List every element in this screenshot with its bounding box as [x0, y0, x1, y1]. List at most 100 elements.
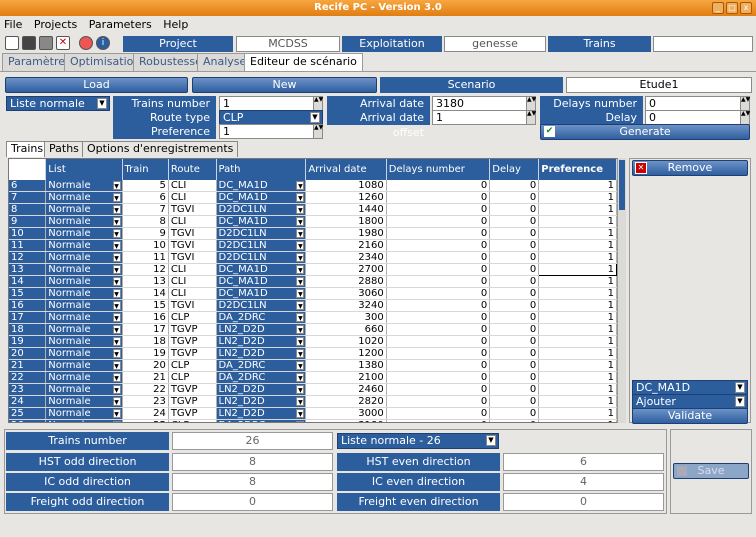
list-cell[interactable]: Normale▼ [45, 359, 123, 373]
route-cell[interactable]: TGVP [168, 395, 217, 409]
arrival-date-cell[interactable]: 1200 [305, 347, 387, 361]
list-cell[interactable]: Normale▼ [45, 371, 123, 385]
preference-cell[interactable]: 1 [538, 215, 617, 229]
train-cell[interactable]: 21 [122, 371, 169, 385]
arrival-date-cell[interactable]: 2700 [305, 263, 387, 277]
summary-list-select[interactable]: Liste normale - 26 ▼ [337, 433, 499, 449]
path-cell[interactable]: DA_2DRC▼ [216, 419, 307, 422]
path-cell[interactable]: LN2_D2D ▼ [216, 395, 307, 409]
spinner-icon[interactable]: ▲▼ [526, 111, 536, 124]
delays-number-cell[interactable]: 0 [386, 299, 491, 313]
spinner-icon[interactable]: ▲▼ [740, 111, 750, 124]
train-cell[interactable]: 8 [122, 215, 169, 229]
preference-cell[interactable]: 1 [538, 347, 617, 361]
list-cell[interactable]: Normale▼ [45, 251, 123, 265]
preference-cell[interactable]: 1 [538, 263, 617, 277]
table-scrollbar[interactable] [617, 158, 626, 423]
menu-help[interactable]: Help [163, 18, 188, 31]
route-cell[interactable]: CLP [168, 359, 217, 373]
scenario-field[interactable]: Etude1 [566, 77, 752, 93]
delays-number-input[interactable]: 0 ▲▼ [645, 96, 750, 111]
print-icon[interactable] [39, 36, 53, 50]
col-path[interactable]: Path [216, 159, 307, 180]
delay-cell[interactable]: 0 [489, 227, 540, 241]
delays-number-cell[interactable]: 0 [386, 407, 491, 421]
list-cell[interactable]: Normale▼ [45, 395, 123, 409]
path-cell[interactable]: LN2_D2D ▼ [216, 383, 307, 397]
preference-cell[interactable]: 1 [538, 395, 617, 409]
route-cell[interactable]: CLI [168, 287, 217, 301]
path-cell[interactable]: LN2_D2D ▼ [216, 335, 307, 349]
route-cell[interactable]: CLP [168, 311, 217, 325]
arrival-date-cell[interactable]: 3060 [305, 287, 387, 301]
list-cell[interactable]: Normale▼ [45, 383, 123, 397]
preference-cell[interactable]: 1 [538, 287, 617, 301]
train-cell[interactable]: 17 [122, 323, 169, 337]
train-cell[interactable]: 13 [122, 275, 169, 289]
table-row[interactable]: 20 Normale ▼ 19 TGVP LN2_D2D ▼ 1200 0 0 1 [9, 347, 617, 361]
col-arrival-date[interactable]: Arrival date [305, 159, 387, 180]
delays-number-cell[interactable]: 0 [386, 419, 491, 422]
arrival-date-cell[interactable]: 3180 [305, 419, 387, 422]
arrival-date-cell[interactable]: 2460 [305, 383, 387, 397]
preference-cell[interactable]: 1 [538, 335, 617, 349]
delay-cell[interactable]: 0 [489, 251, 540, 265]
list-cell[interactable]: Normale▼ [45, 203, 123, 217]
path-cell[interactable]: LN2_D2D ▼ [216, 407, 307, 421]
route-cell[interactable]: CLI [168, 180, 217, 193]
train-cell[interactable]: 5 [122, 180, 169, 193]
delay-cell[interactable]: 0 [489, 383, 540, 397]
route-cell[interactable]: CLI [168, 191, 217, 205]
path-cell[interactable]: DA_2DRC▼ [216, 371, 307, 385]
path-cell[interactable]: D2DC1LN ▼ [216, 299, 307, 313]
preference-cell[interactable]: 1 [538, 371, 617, 385]
list-cell[interactable]: Normale▼ [45, 239, 123, 253]
subtab-trains[interactable]: Trains [6, 141, 49, 157]
arrival-date-cell[interactable]: 3240 [305, 299, 387, 313]
list-cell[interactable]: Normale▼ [45, 275, 123, 289]
arrival-date-cell[interactable]: 1800 [305, 215, 387, 229]
table-row[interactable]: 21 Normale ▼ 20 CLP DA_2DRC ▼ 1380 0 0 1 [9, 359, 617, 373]
spinner-icon[interactable]: ▲▼ [313, 125, 323, 138]
train-cell[interactable]: 9 [122, 227, 169, 241]
table-row[interactable]: 13 Normale ▼ 12 CLI DC_MA1D ▼ 2700 0 0 1 [9, 263, 617, 277]
scroll-thumb[interactable] [619, 160, 625, 210]
preference-cell[interactable]: 1 [538, 180, 617, 193]
arrival-date-cell[interactable]: 2820 [305, 395, 387, 409]
preference-cell[interactable]: 1 [538, 227, 617, 241]
arrival-date-cell[interactable]: 2340 [305, 251, 387, 265]
route-cell[interactable]: CLI [168, 215, 217, 229]
arrival-date-cell[interactable]: 1980 [305, 227, 387, 241]
table-row[interactable]: 18 Normale ▼ 17 TGVP LN2_D2D ▼ 660 0 0 1 [9, 323, 617, 337]
delay-input[interactable]: 0 ▲▼ [645, 110, 750, 125]
save-button[interactable]: Save [673, 463, 749, 479]
table-row[interactable]: 14 Normale ▼ 13 CLI DC_MA1D ▼ 2880 0 0 1 [9, 275, 617, 289]
path-cell[interactable]: D2DC1LN ▼ [216, 227, 307, 241]
spinner-icon[interactable]: ▲▼ [526, 97, 536, 110]
delay-cell[interactable]: 0 [489, 419, 540, 422]
path-select[interactable]: DC_MA1D ▼ [632, 380, 748, 395]
col-list[interactable]: List [45, 159, 123, 180]
delay-cell[interactable]: 0 [489, 395, 540, 409]
delays-number-cell[interactable]: 0 [386, 287, 491, 301]
table-row[interactable]: 15 Normale ▼ 14 CLI DC_MA1D ▼ 3060 0 0 1 [9, 287, 617, 301]
arrival-date-cell[interactable]: 1020 [305, 335, 387, 349]
path-cell[interactable]: DC_MA1D ▼ [216, 191, 307, 205]
route-cell[interactable]: TGVP [168, 407, 217, 421]
col-preference[interactable]: Preference [538, 159, 617, 180]
train-cell[interactable]: 25 [122, 419, 169, 422]
train-cell[interactable]: 7 [122, 203, 169, 217]
list-cell[interactable]: Normale▼ [45, 227, 123, 241]
train-cell[interactable]: 20 [122, 359, 169, 373]
arrival-date-cell[interactable]: 1440 [305, 203, 387, 217]
preference-cell[interactable]: 1 [538, 383, 617, 397]
route-type-select[interactable]: CLP ▼ [219, 110, 323, 125]
spinner-icon[interactable]: ▲▼ [313, 97, 323, 110]
minimize-button[interactable]: _ [712, 2, 724, 14]
train-cell[interactable]: 19 [122, 347, 169, 361]
delays-number-cell[interactable]: 0 [386, 227, 491, 241]
list-cell[interactable]: Normale▼ [45, 287, 123, 301]
delay-cell[interactable]: 0 [489, 287, 540, 301]
delay-cell[interactable]: 0 [489, 407, 540, 421]
list-cell[interactable]: Normale▼ [45, 215, 123, 229]
